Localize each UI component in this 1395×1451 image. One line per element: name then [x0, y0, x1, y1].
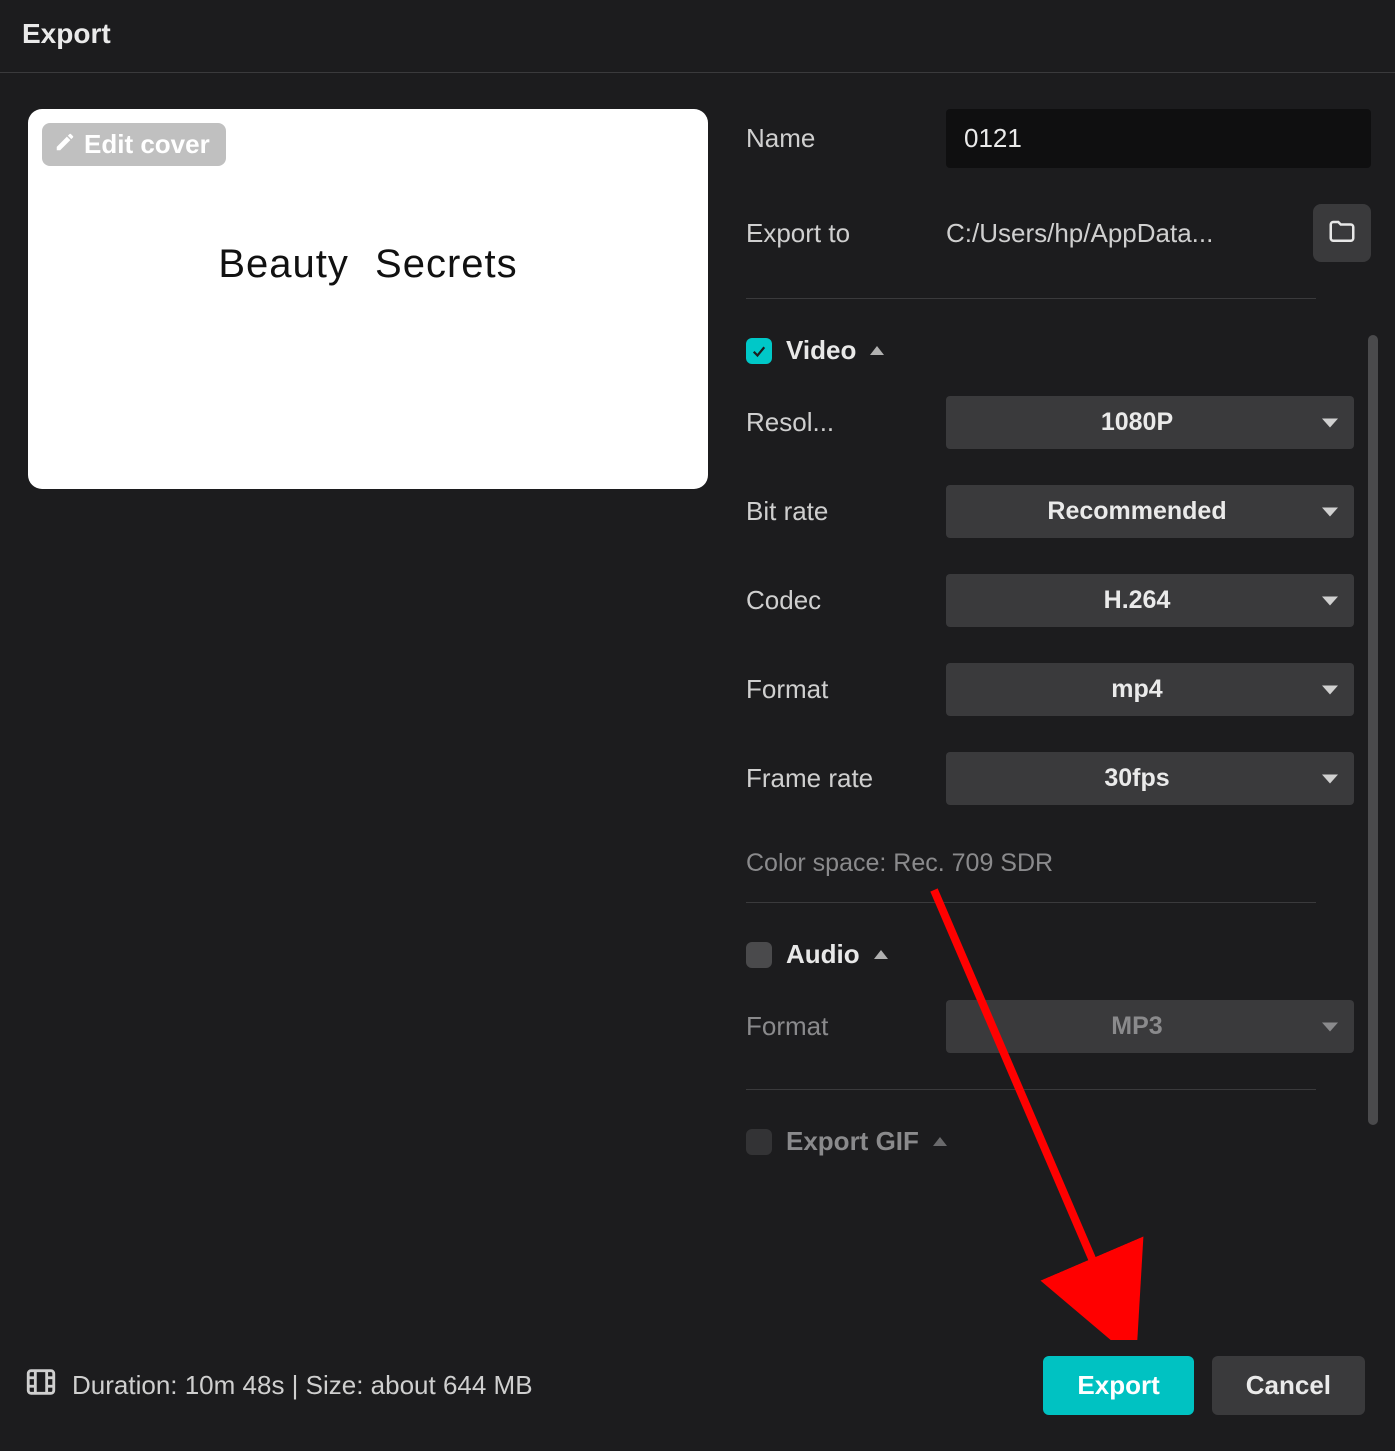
video-section-header[interactable]: Video [746, 335, 1354, 366]
caret-up-icon [874, 950, 888, 959]
format-label: Format [746, 674, 926, 705]
resolution-row: Resol... 1080P [746, 396, 1354, 449]
chevron-down-icon [1322, 1022, 1338, 1031]
name-label: Name [746, 123, 926, 154]
chevron-down-icon [1322, 596, 1338, 605]
caret-up-icon [870, 346, 884, 355]
export-to-label: Export to [746, 218, 926, 249]
audio-format-value: MP3 [1111, 1012, 1162, 1040]
divider [746, 298, 1316, 299]
audio-section-header[interactable]: Audio [746, 939, 1354, 970]
chevron-down-icon [1322, 418, 1338, 427]
cover-thumbnail-text: Beauty Secrets [218, 242, 517, 287]
audio-checkbox[interactable] [746, 942, 772, 968]
cancel-button[interactable]: Cancel [1212, 1356, 1365, 1415]
footer-buttons: Export Cancel [1043, 1356, 1365, 1415]
color-space-text: Color space: Rec. 709 SDR [746, 849, 1354, 878]
export-button[interactable]: Export [1043, 1356, 1193, 1415]
bitrate-select[interactable]: Recommended [946, 485, 1354, 538]
gif-section-header[interactable]: Export GIF [746, 1126, 1354, 1157]
export-path-value: C:/Users/hp/AppData... [946, 218, 1293, 249]
gif-checkbox [746, 1129, 772, 1155]
name-row: Name [746, 109, 1371, 168]
codec-row: Codec H.264 [746, 574, 1354, 627]
audio-format-row: Format MP3 [746, 1000, 1354, 1053]
preview-column: Edit cover Beauty Secrets [28, 109, 708, 1187]
video-section-title: Video [786, 335, 856, 366]
window-title: Export [22, 18, 1373, 50]
edit-cover-button[interactable]: Edit cover [42, 123, 226, 166]
resolution-value: 1080P [1101, 408, 1173, 436]
content-area: Edit cover Beauty Secrets Name Export to… [0, 73, 1395, 1187]
folder-icon [1327, 217, 1357, 250]
settings-scroll-region: Video Resol... 1080P Bit rate Recommende… [746, 335, 1354, 1157]
chevron-down-icon [1322, 774, 1338, 783]
edit-cover-label: Edit cover [84, 129, 210, 160]
framerate-label: Frame rate [746, 763, 926, 794]
framerate-select[interactable]: 30fps [946, 752, 1354, 805]
gif-section-title: Export GIF [786, 1126, 919, 1157]
format-row: Format mp4 [746, 663, 1354, 716]
bitrate-label: Bit rate [746, 496, 926, 527]
video-format-value: mp4 [1111, 675, 1162, 703]
cover-preview: Edit cover Beauty Secrets [28, 109, 708, 489]
titlebar: Export [0, 0, 1395, 73]
codec-label: Codec [746, 585, 926, 616]
name-input[interactable] [946, 109, 1371, 168]
audio-format-label: Format [746, 1011, 926, 1042]
codec-select[interactable]: H.264 [946, 574, 1354, 627]
framerate-row: Frame rate 30fps [746, 752, 1354, 805]
video-format-select[interactable]: mp4 [946, 663, 1354, 716]
audio-format-select: MP3 [946, 1000, 1354, 1053]
chevron-down-icon [1322, 507, 1338, 516]
framerate-value: 30fps [1104, 764, 1169, 792]
resolution-label: Resol... [746, 407, 926, 438]
divider [746, 902, 1316, 903]
caret-up-icon [933, 1137, 947, 1146]
settings-column: Name Export to C:/Users/hp/AppData... Vi… [746, 109, 1371, 1187]
film-icon [24, 1365, 58, 1406]
codec-value: H.264 [1104, 586, 1171, 614]
audio-section-title: Audio [786, 939, 860, 970]
pencil-icon [54, 129, 76, 160]
scrollbar[interactable] [1368, 335, 1378, 1125]
footer-info: Duration: 10m 48s | Size: about 644 MB [24, 1365, 533, 1406]
divider [746, 1089, 1316, 1090]
export-to-row: Export to C:/Users/hp/AppData... [746, 204, 1371, 262]
bitrate-value: Recommended [1047, 497, 1226, 525]
video-checkbox[interactable] [746, 338, 772, 364]
chevron-down-icon [1322, 685, 1338, 694]
duration-size-text: Duration: 10m 48s | Size: about 644 MB [72, 1370, 533, 1401]
footer: Duration: 10m 48s | Size: about 644 MB E… [0, 1328, 1395, 1451]
resolution-select[interactable]: 1080P [946, 396, 1354, 449]
browse-folder-button[interactable] [1313, 204, 1371, 262]
bitrate-row: Bit rate Recommended [746, 485, 1354, 538]
